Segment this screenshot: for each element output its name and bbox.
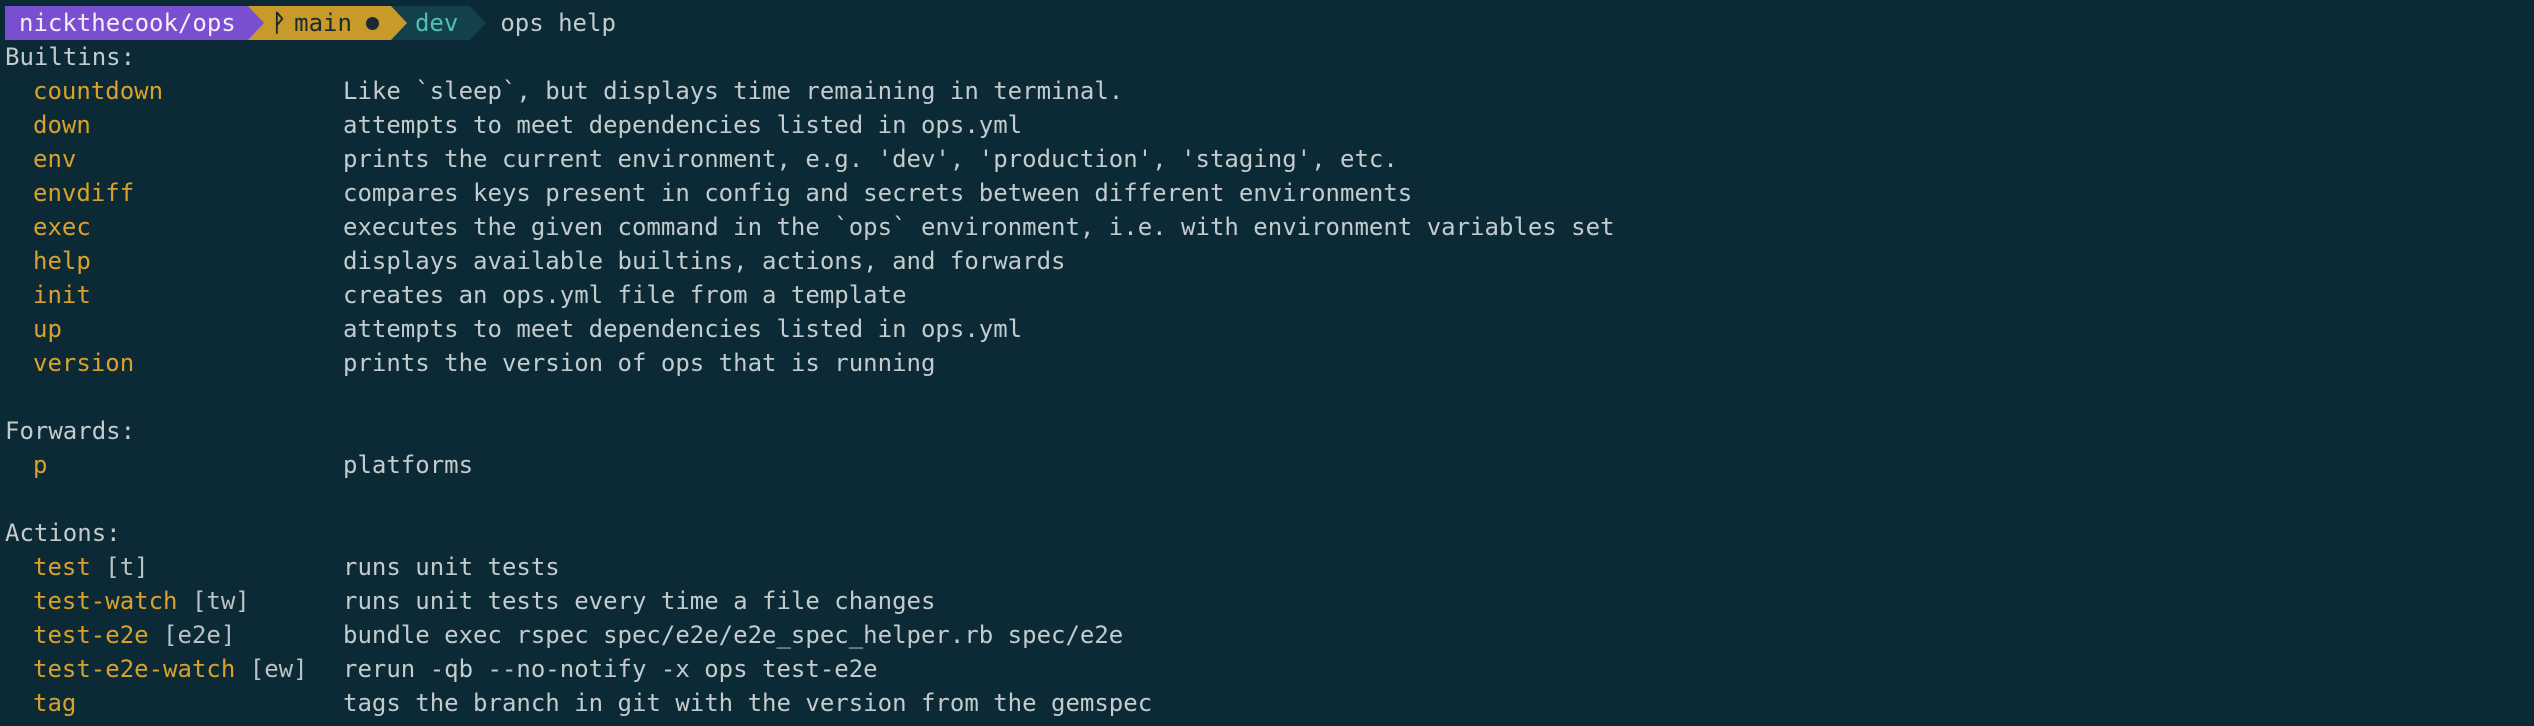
command-description: compares keys present in config and secr… [343, 179, 1413, 207]
command-description: executes the given command in the `ops` … [343, 213, 1615, 241]
list-item: env prints the current environment, e.g. … [5, 142, 2534, 176]
command-name-cell: tag [5, 686, 343, 720]
prompt-branch-segment: ᚹ main [247, 6, 407, 40]
list-item: test-watch [tw] runs unit tests every tim… [5, 584, 2534, 618]
prompt-repo: nickthecook/ops [19, 9, 236, 37]
list-item: p platforms [5, 448, 2534, 482]
command-name: init [33, 281, 91, 309]
command-description: bundle exec rspec spec/e2e/e2e_spec_help… [343, 621, 1124, 649]
command-name: exec [33, 213, 91, 241]
dirty-dot-icon [365, 16, 379, 30]
command-alias: [e2e] [163, 621, 236, 649]
prompt-branch: main [294, 9, 352, 37]
command-name: test-e2e-watch [33, 655, 236, 683]
builtins-list: countdown Like `sleep`, but displays time… [5, 74, 2534, 380]
list-item: init creates an ops.yml file from a templ… [5, 278, 2534, 312]
command-alias: [ew] [249, 655, 308, 683]
list-item: countdown Like `sleep`, but displays time… [5, 74, 2534, 108]
command-name: tag [33, 689, 77, 717]
list-item: test-e2e-watch [ew] rerun -qb --no-notify… [5, 652, 2534, 686]
command-description: runs unit tests every time a file change… [343, 587, 936, 615]
list-item: test [t] runs unit tests [5, 550, 2534, 584]
section-heading-actions: Actions: [5, 519, 121, 547]
terminal-window[interactable]: nickthecook/ops ᚹ main dev ops help Buil… [0, 0, 2534, 726]
prompt-line: nickthecook/ops ᚹ main dev ops help [5, 6, 2534, 40]
powerline-separator-icon [470, 6, 487, 40]
git-branch-icon: ᚹ [271, 9, 287, 37]
command-description: creates an ops.yml file from a template [343, 281, 907, 309]
command-name: test [33, 553, 91, 581]
prompt-command: ops help [500, 9, 616, 37]
command-name-cell: test-e2e [e2e] [5, 618, 343, 652]
command-description: prints the current environment, e.g. 'de… [343, 145, 1398, 173]
command-name: down [33, 111, 91, 139]
command-name-cell: test-e2e-watch [ew] [5, 652, 343, 686]
command-description: platforms [343, 451, 474, 479]
list-item: tag tags the branch in git with the vers… [5, 686, 2534, 720]
command-name: help [33, 247, 91, 275]
list-item: up attempts to meet dependencies listed i… [5, 312, 2534, 346]
list-item: help displays available builtins, actions… [5, 244, 2534, 278]
command-description: displays available builtins, actions, an… [343, 247, 1066, 275]
command-name: test-watch [33, 587, 178, 615]
section-heading-builtins: Builtins: [5, 43, 136, 71]
command-description: Like `sleep`, but displays time remainin… [343, 77, 1124, 105]
command-name: env [33, 145, 77, 173]
list-item: exec executes the given command in the `o… [5, 210, 2534, 244]
command-description: attempts to meet dependencies listed in … [343, 315, 1023, 343]
command-name: up [33, 315, 62, 343]
command-name-cell: test-watch [tw] [5, 584, 343, 618]
command-name-cell: test [t] [5, 550, 343, 584]
command-name: version [33, 349, 135, 377]
prompt-repo-segment: nickthecook/ops [5, 6, 264, 40]
command-name: p [33, 451, 48, 479]
list-item: version prints the version of ops that is… [5, 346, 2534, 380]
powerline-separator-icon [247, 6, 264, 40]
command-description: attempts to meet dependencies listed in … [343, 111, 1023, 139]
list-item: test-e2e [e2e] bundle exec rspec spec/e2e… [5, 618, 2534, 652]
command-description: rerun -qb --no-notify -x ops test-e2e [343, 655, 878, 683]
command-description: runs unit tests [343, 553, 560, 581]
section-heading-forwards: Forwards: [5, 417, 136, 445]
list-item: down attempts to meet dependencies listed… [5, 108, 2534, 142]
command-alias: [t] [105, 553, 149, 581]
command-description: prints the version of ops that is runnin… [343, 349, 936, 377]
command-name: test-e2e [33, 621, 149, 649]
powerline-separator-icon [390, 6, 407, 40]
list-item: envdiff compares keys present in config a… [5, 176, 2534, 210]
command-name: countdown [33, 77, 164, 105]
command-description: tags the branch in git with the version … [343, 689, 1153, 717]
prompt-env: dev [414, 9, 459, 37]
command-alias: [tw] [191, 587, 250, 615]
command-name: envdiff [33, 179, 135, 207]
